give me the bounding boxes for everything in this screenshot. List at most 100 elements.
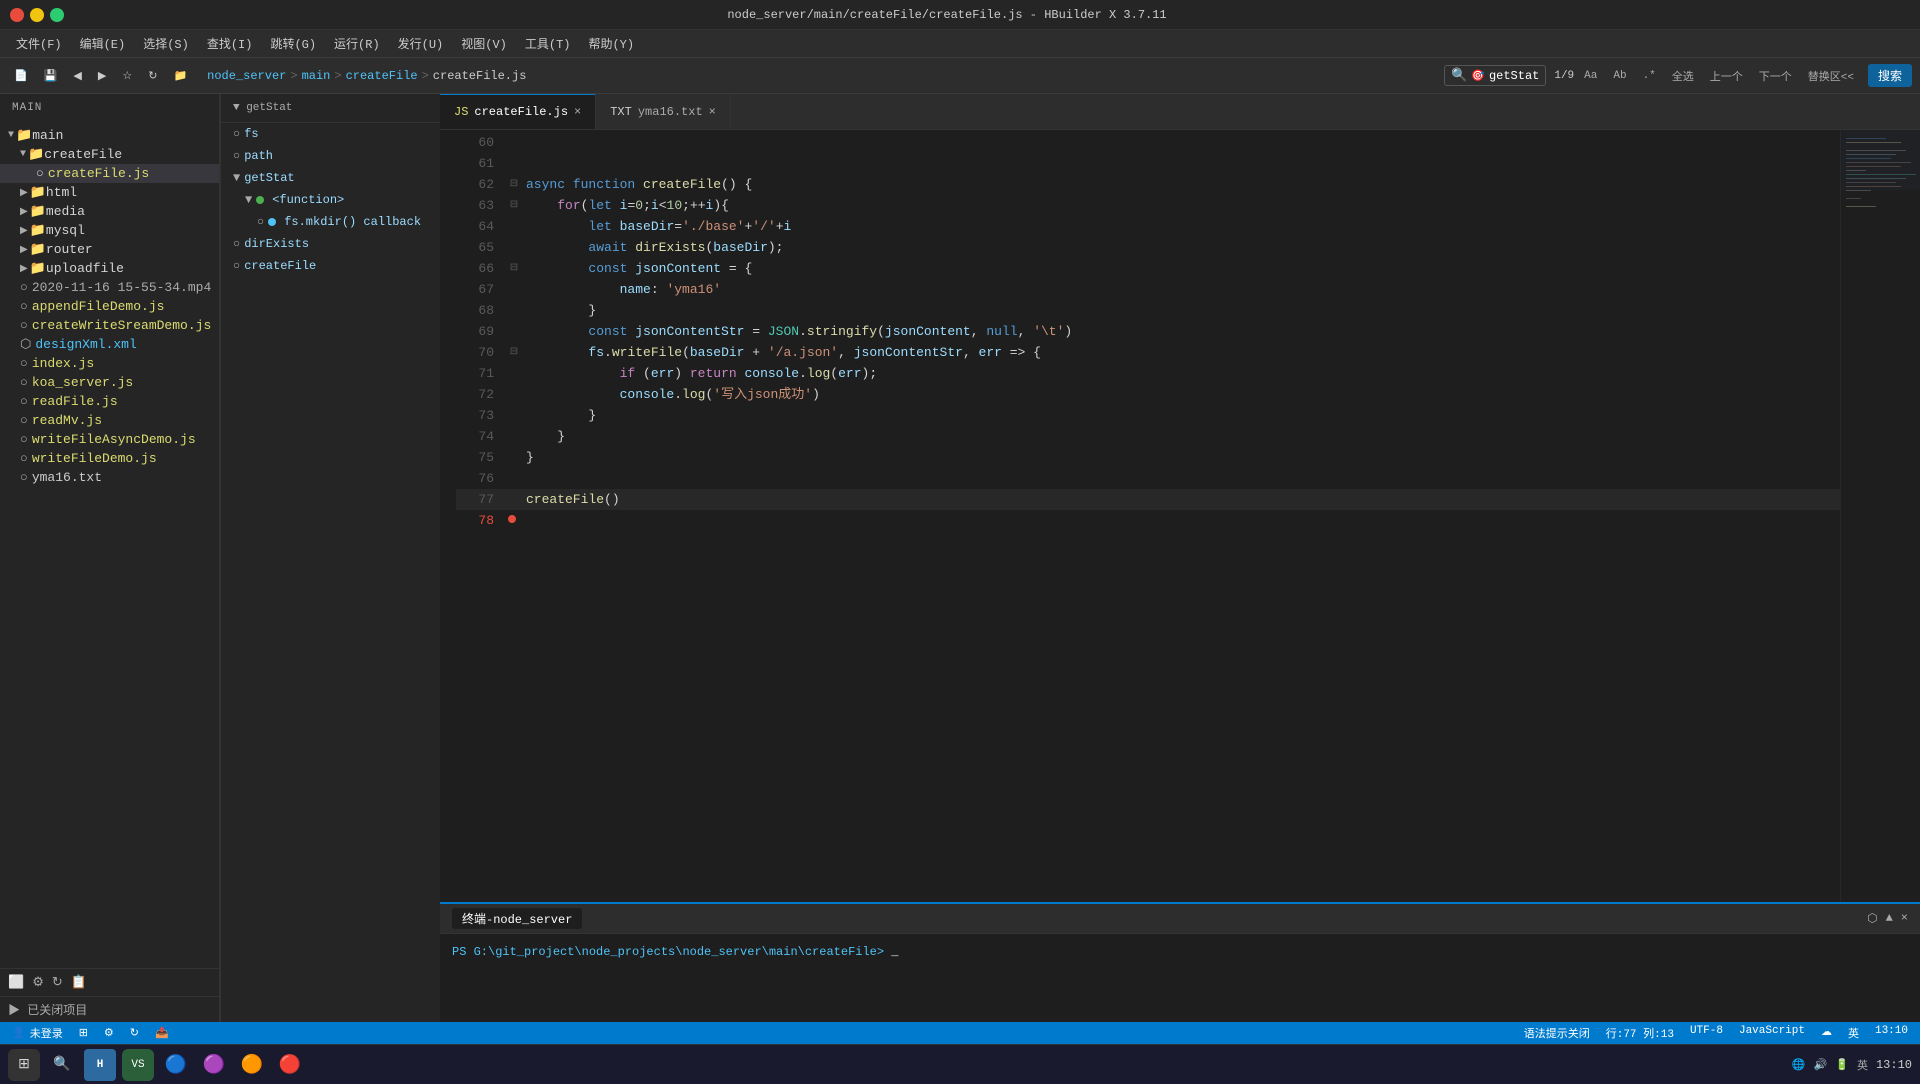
code-line[interactable] — [522, 468, 1840, 489]
taskbar-icon-5[interactable]: 🟠 — [236, 1049, 268, 1081]
tree-item-router[interactable]: ▶ 📁 router — [0, 240, 219, 259]
terminal-maximize-button[interactable]: ▲ — [1886, 911, 1893, 926]
encoding[interactable]: UTF-8 — [1690, 1025, 1723, 1041]
menu-publish[interactable]: 发行(U) — [390, 31, 452, 56]
share-icon[interactable]: 📤 — [155, 1026, 169, 1040]
code-line[interactable]: } — [522, 405, 1840, 426]
tree-item-createFile[interactable]: ▼ 📁 createFile — [0, 145, 219, 164]
outline-item-fs[interactable]: ○ fs — [221, 123, 440, 145]
outline-item-function[interactable]: ▼ <function> — [221, 189, 440, 211]
tree-item-html[interactable]: ▶ 📁 html — [0, 183, 219, 202]
outline-item-getstat[interactable]: ▼ getStat — [221, 167, 440, 189]
tree-item-mp4[interactable]: ○ 2020-11-16 15-55-34.mp4 — [0, 278, 219, 297]
terminal-content[interactable]: PS G:\git_project\node_projects\node_ser… — [440, 934, 1920, 1022]
search-button[interactable]: 搜索 — [1868, 64, 1912, 87]
close-tab-yma16[interactable]: × — [709, 105, 716, 119]
code-line[interactable]: await dirExists(baseDir); — [522, 237, 1840, 258]
minimize-button[interactable]: − — [30, 8, 44, 22]
start-button[interactable]: ⊞ — [8, 1049, 40, 1081]
toolbar-save[interactable]: 💾 — [38, 65, 64, 87]
hbuilder-icon[interactable]: H — [84, 1049, 116, 1081]
taskbar-network[interactable]: 🌐 — [1792, 1058, 1806, 1072]
tree-item-createwrite[interactable]: ○ createWriteSreamDemo.js — [0, 316, 219, 335]
code-line[interactable]: name: 'yma16' — [522, 279, 1840, 300]
breadcrumb-main[interactable]: main — [302, 69, 331, 83]
select-all-button[interactable]: 全选 — [1666, 65, 1700, 87]
fold-gutter[interactable]: ⊟ — [506, 174, 522, 195]
tree-item-media[interactable]: ▶ 📁 media — [0, 202, 219, 221]
breadcrumb-file[interactable]: createFile.js — [433, 69, 527, 83]
user-login-status[interactable]: 👤 未登录 — [12, 1025, 63, 1041]
code-line[interactable] — [522, 510, 1840, 531]
terminal-tab[interactable]: 终端-node_server — [452, 908, 582, 929]
prev-match-button[interactable]: 上一个 — [1704, 65, 1749, 87]
outline-item-path[interactable]: ○ path — [221, 145, 440, 167]
bottom-icon-4[interactable]: 📋 — [71, 975, 87, 990]
close-button[interactable]: × — [10, 8, 24, 22]
toolbar-new[interactable]: 📄 — [8, 65, 34, 87]
fold-gutter[interactable]: ⊟ — [506, 195, 522, 216]
menu-file[interactable]: 文件(F) — [8, 31, 70, 56]
tree-item-readmv[interactable]: ○ readMv.js — [0, 411, 219, 430]
breadcrumb-node-server[interactable]: node_server — [207, 69, 286, 83]
taskbar-battery[interactable]: 🔋 — [1835, 1058, 1849, 1072]
replace-toggle-button[interactable]: 替换区<< — [1802, 65, 1860, 87]
taskbar-sound[interactable]: 🔊 — [1814, 1058, 1828, 1072]
git-icon[interactable]: ⚙ — [104, 1026, 114, 1040]
language-mode[interactable]: JavaScript — [1739, 1025, 1805, 1041]
code-line[interactable]: if (err) return console.log(err); — [522, 363, 1840, 384]
toolbar-back[interactable]: ◀ — [67, 65, 87, 87]
menu-tools[interactable]: 工具(T) — [517, 31, 579, 56]
tree-item-writeasync[interactable]: ○ writeFileAsyncDemo.js — [0, 430, 219, 449]
close-tab-createfile[interactable]: × — [574, 105, 581, 119]
code-line[interactable]: for(let i=0;i<10;++i){ — [522, 195, 1840, 216]
fold-gutter[interactable]: ⊟ — [506, 342, 522, 363]
search-taskbar[interactable]: 🔍 — [46, 1049, 78, 1081]
word-match-button[interactable]: Ab — [1607, 67, 1632, 85]
code-editor[interactable]: 60 61 62⊟async function createFile() {63… — [440, 130, 1840, 902]
outline-item-createfile[interactable]: ○ createFile — [221, 255, 440, 277]
toolbar-history[interactable]: ↻ — [142, 65, 163, 87]
menu-run[interactable]: 运行(R) — [326, 31, 388, 56]
tree-item-index[interactable]: ○ index.js — [0, 354, 219, 373]
code-line[interactable]: createFile() — [522, 489, 1840, 510]
taskbar-icon-6[interactable]: 🔴 — [274, 1049, 306, 1081]
tab-yma16[interactable]: TXT yma16.txt × — [596, 94, 731, 129]
code-view[interactable]: 60 61 62⊟async function createFile() {63… — [440, 130, 1920, 902]
tree-item-writefile[interactable]: ○ writeFileDemo.js — [0, 449, 219, 468]
code-line[interactable]: console.log('写入json成功') — [522, 384, 1840, 405]
taskbar-icon-3[interactable]: 🔵 — [160, 1049, 192, 1081]
next-match-button[interactable]: 下一个 — [1753, 65, 1798, 87]
terminal-expand-button[interactable]: ⬡ — [1867, 911, 1877, 926]
toolbar-forward[interactable]: ▶ — [92, 65, 112, 87]
code-line[interactable] — [522, 153, 1840, 174]
menu-edit[interactable]: 编辑(E) — [72, 31, 134, 56]
toolbar-star[interactable]: ☆ — [116, 65, 138, 87]
outline-item-callback[interactable]: ○ fs.mkdir() callback — [221, 211, 440, 233]
code-line[interactable]: async function createFile() { — [522, 174, 1840, 195]
bottom-icon-3[interactable]: ↻ — [52, 975, 63, 990]
bottom-icon-1[interactable]: ⬜ — [8, 975, 24, 990]
sidebar-toggle[interactable]: ⊞ — [79, 1026, 88, 1040]
menu-find[interactable]: 查找(I) — [199, 31, 261, 56]
cloud-icon[interactable]: ☁ — [1821, 1025, 1832, 1041]
outline-item-direxists[interactable]: ○ dirExists — [221, 233, 440, 255]
tab-createfile[interactable]: JS createFile.js × — [440, 94, 596, 129]
tree-item-xml[interactable]: ⬡ designXml.xml — [0, 335, 219, 354]
code-line[interactable]: let baseDir='./base'+'/'+i — [522, 216, 1840, 237]
menu-select[interactable]: 选择(S) — [135, 31, 197, 56]
code-line[interactable]: const jsonContentStr = JSON.stringify(js… — [522, 321, 1840, 342]
tree-item-yma16[interactable]: ○ yma16.txt — [0, 468, 219, 487]
tree-item-createFile-js[interactable]: ○ createFile.js — [0, 164, 219, 183]
closed-projects[interactable]: ▶ 已关闭项目 — [0, 996, 219, 1022]
tree-item-uploadfile[interactable]: ▶ 📁 uploadfile — [0, 259, 219, 278]
code-line[interactable]: fs.writeFile(baseDir + '/a.json', jsonCo… — [522, 342, 1840, 363]
tree-item-mysql[interactable]: ▶ 📁 mysql — [0, 221, 219, 240]
menu-help[interactable]: 帮助(Y) — [580, 31, 642, 56]
outline-header[interactable]: ▼ getStat — [221, 94, 440, 123]
case-sensitive-button[interactable]: Aa — [1578, 67, 1603, 85]
sync-icon[interactable]: ↻ — [130, 1026, 139, 1040]
code-line[interactable] — [522, 132, 1840, 153]
syntax-hint[interactable]: 语法提示关闭 — [1524, 1025, 1590, 1041]
breadcrumb-createfile[interactable]: createFile — [346, 69, 418, 83]
